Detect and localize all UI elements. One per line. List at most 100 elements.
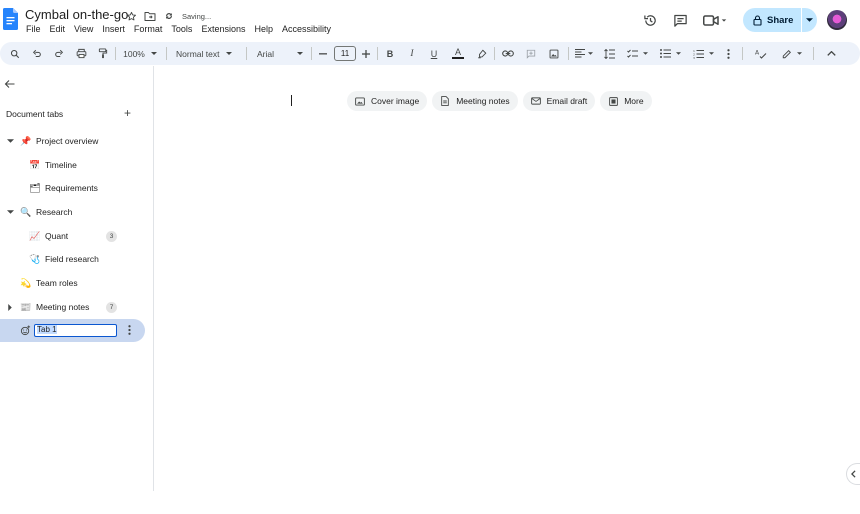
star-icon[interactable]: [124, 9, 138, 23]
share-main[interactable]: Share: [743, 15, 801, 26]
paragraph-style-value: Normal text: [176, 48, 220, 59]
tab-name-input[interactable]: Tab 1: [34, 324, 117, 337]
collapse-chevron-icon[interactable]: [6, 208, 14, 216]
more-options-icon[interactable]: [722, 42, 734, 65]
highlight-color-icon[interactable]: [476, 42, 488, 65]
bulleted-list-icon: [659, 49, 671, 58]
tab-label: Requirements: [45, 183, 98, 193]
tab-options-icon[interactable]: [125, 324, 133, 336]
add-comment-icon[interactable]: [524, 42, 538, 65]
font-size-field[interactable]: 11: [333, 42, 357, 65]
hide-menus-icon[interactable]: [824, 42, 838, 65]
menu-insert[interactable]: Insert: [102, 24, 125, 34]
paragraph-style-select[interactable]: Normal text: [176, 42, 238, 65]
tab-timeline[interactable]: 📅 Timeline: [0, 154, 148, 176]
document-tabs-header: Document tabs: [6, 109, 64, 119]
checklist-icon: [626, 49, 638, 58]
zoom-select[interactable]: 100%: [121, 42, 159, 65]
menu-bar: File Edit View Insert Format Tools Exten…: [26, 24, 340, 34]
docs-logo-icon[interactable]: [3, 8, 18, 30]
lock-icon: [753, 14, 762, 26]
tab-label: Project overview: [36, 136, 99, 146]
menu-edit[interactable]: Edit: [50, 24, 66, 34]
share-options-dropdown[interactable]: [802, 18, 817, 22]
bold-icon[interactable]: B: [384, 42, 396, 65]
side-panel-toggle[interactable]: [846, 463, 860, 485]
caret-down-icon: [150, 52, 157, 55]
editing-mode-select[interactable]: [779, 42, 805, 65]
increase-font-size-icon[interactable]: [360, 42, 372, 65]
menu-tools[interactable]: Tools: [171, 24, 192, 34]
meet-icon[interactable]: [702, 12, 728, 28]
meeting-notes-chip[interactable]: Meeting notes: [432, 91, 518, 111]
collapse-chevron-icon[interactable]: [6, 137, 14, 145]
comments-icon[interactable]: [672, 12, 688, 28]
menu-file[interactable]: File: [26, 24, 41, 34]
title-bar: Cymbal on-the-go Saving... File Edit Vie…: [0, 0, 860, 40]
version-history-icon[interactable]: [642, 12, 658, 28]
add-tab-button[interactable]: +: [124, 107, 131, 119]
back-arrow-icon[interactable]: [4, 78, 16, 90]
chip-label: Email draft: [546, 96, 588, 106]
document-tabs-sidebar: Document tabs + 📌 Project overview 📅 Tim…: [0, 66, 154, 491]
tab-research[interactable]: 🔍 Research: [0, 201, 148, 223]
stethoscope-icon: 🩺: [29, 253, 41, 264]
paint-format-icon[interactable]: [96, 42, 110, 65]
svg-text:3: 3: [693, 56, 695, 59]
dizzy-icon: 💫: [20, 277, 32, 288]
insert-image-icon[interactable]: [547, 42, 561, 65]
numbered-list-select[interactable]: 123: [690, 42, 716, 65]
menu-format[interactable]: Format: [134, 24, 163, 34]
caret-down-icon: [806, 18, 813, 22]
document-title[interactable]: Cymbal on-the-go: [25, 7, 128, 22]
email-draft-chip[interactable]: Email draft: [522, 91, 596, 111]
chip-label: More: [624, 96, 644, 106]
tab-label: Research: [36, 207, 73, 217]
bulleted-list-select[interactable]: [657, 42, 683, 65]
share-button[interactable]: Share: [743, 8, 817, 32]
tab-label: Quant: [45, 231, 69, 241]
zoom-value: 100%: [123, 48, 145, 59]
decrease-font-size-icon[interactable]: [317, 42, 329, 65]
cover-image-chip[interactable]: Cover image: [347, 91, 428, 111]
line-spacing-icon[interactable]: [602, 42, 616, 65]
font-value: Arial: [257, 48, 275, 59]
pencil-icon: [782, 49, 791, 58]
tab-field-research[interactable]: 🩺 Field research: [0, 248, 148, 270]
avatar[interactable]: [827, 10, 847, 30]
share-label: Share: [767, 14, 794, 26]
tab-label: Timeline: [45, 160, 77, 170]
chip-label: Meeting notes: [456, 96, 510, 106]
align-select[interactable]: [574, 42, 594, 65]
menu-accessibility[interactable]: Accessibility: [282, 24, 331, 34]
insert-link-icon[interactable]: [501, 42, 515, 65]
menu-view[interactable]: View: [74, 24, 93, 34]
checklist-select[interactable]: [624, 42, 650, 65]
tab-meeting-notes[interactable]: 📰 Meeting notes 7: [0, 296, 148, 318]
search-menus-icon[interactable]: [8, 42, 22, 65]
tab-quant[interactable]: 📈 Quant 3: [0, 225, 148, 247]
menu-extensions[interactable]: Extensions: [201, 24, 245, 34]
comment-count-badge: 3: [106, 230, 117, 242]
font-select[interactable]: Arial: [257, 42, 303, 65]
add-emoji-icon[interactable]: [20, 325, 31, 336]
align-left-icon: [575, 49, 585, 58]
underline-icon[interactable]: U: [428, 42, 440, 65]
redo-icon[interactable]: [52, 42, 66, 65]
tab-name-selected: Tab: [37, 325, 50, 334]
more-chip[interactable]: More: [600, 91, 652, 111]
move-folder-icon[interactable]: [143, 9, 157, 23]
caret-down-icon: [797, 52, 802, 55]
undo-icon[interactable]: [30, 42, 44, 65]
chart-increasing-icon: 📈: [29, 230, 41, 241]
print-icon[interactable]: [74, 42, 88, 65]
more-icon: [608, 96, 618, 106]
text-color-icon[interactable]: A: [450, 42, 466, 65]
expand-chevron-icon[interactable]: [6, 303, 14, 311]
tab-team-roles[interactable]: 💫 Team roles: [0, 272, 148, 294]
italic-icon[interactable]: I: [406, 42, 418, 65]
tab-project-overview[interactable]: 📌 Project overview: [0, 130, 148, 152]
spelling-check-icon[interactable]: A: [753, 42, 769, 65]
menu-help[interactable]: Help: [254, 24, 273, 34]
tab-requirements[interactable]: 🗂 Requirements: [0, 177, 148, 199]
